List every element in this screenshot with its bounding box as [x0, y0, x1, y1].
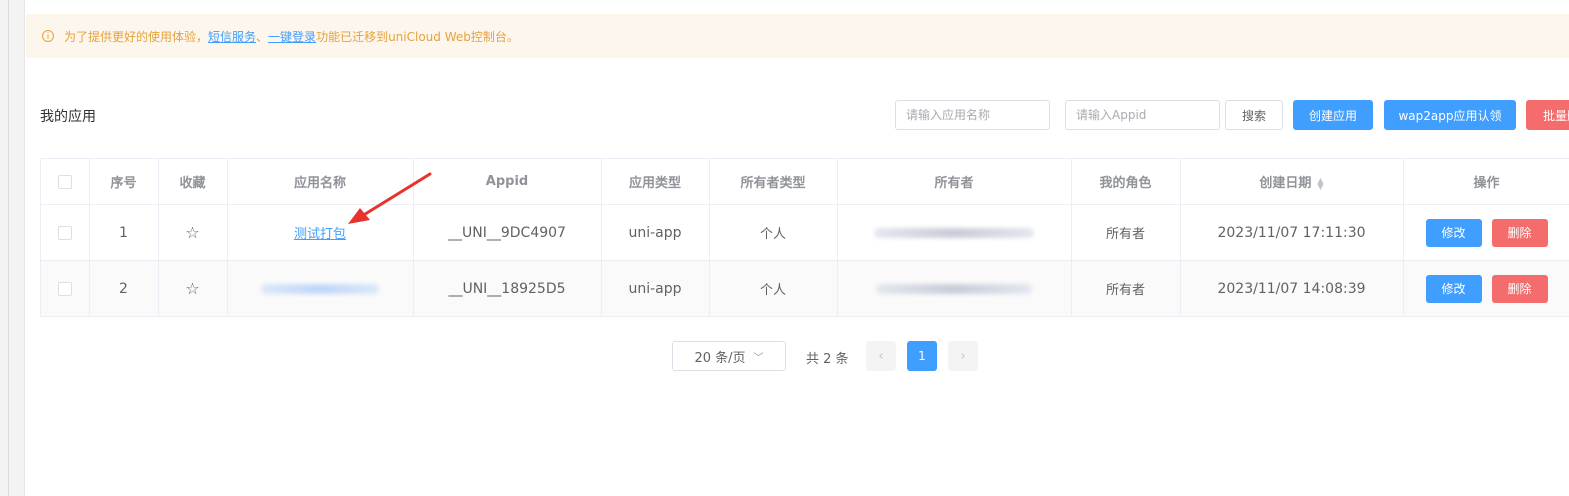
search-button[interactable]: 搜索 [1225, 100, 1283, 130]
left-rail [0, 0, 25, 496]
rail-divider [8, 0, 9, 496]
owner-type-cell: 个人 [709, 204, 838, 261]
header-index: 序号 [89, 159, 159, 205]
star-icon[interactable]: ☆ [185, 279, 199, 298]
delete-button[interactable]: 删除 [1491, 218, 1548, 247]
select-all-cell [41, 159, 90, 205]
row-select-cell [41, 260, 90, 317]
created-cell: 2023/11/07 14:08:39 [1180, 260, 1404, 317]
table-row: 2 ☆ __UNI__18925D5 uni-app 个人 所有者 2023/1… [41, 260, 1569, 317]
annotation-arrow-head [348, 208, 370, 224]
header-actions: 操作 [1403, 159, 1569, 205]
actions-cell: 修改 删除 [1403, 260, 1569, 317]
create-app-button[interactable]: 创建应用 [1293, 100, 1373, 130]
role-cell: 所有者 [1071, 260, 1181, 317]
row-index: 2 [89, 260, 159, 317]
app-name-link[interactable]: 测试打包 [294, 227, 346, 242]
owner-type-cell: 个人 [709, 260, 838, 317]
page-size-select[interactable]: 20 条/页 ﹀ [672, 341, 786, 371]
table-row: 1 ☆ 测试打包 __UNI__9DC4907 uni-app 个人 所有者 2… [41, 204, 1569, 261]
created-cell: 2023/11/07 17:11:30 [1180, 204, 1404, 261]
annotation-arrow [348, 172, 432, 224]
delete-button[interactable]: 删除 [1491, 274, 1548, 303]
sms-service-link[interactable]: 短信服务 [208, 28, 256, 45]
appid-cell: __UNI__9DC4907 [413, 204, 602, 261]
favorite-cell: ☆ [158, 260, 228, 317]
app-name-search-input[interactable] [895, 100, 1050, 130]
migration-notice: i 为了提供更好的使用体验， 短信服务 、 一键登录 功能已迁移到uniClou… [26, 14, 1569, 58]
one-click-login-link[interactable]: 一键登录 [268, 28, 316, 45]
next-page-button[interactable]: › [948, 341, 978, 371]
row-checkbox[interactable] [57, 281, 72, 296]
info-icon: i [42, 30, 54, 42]
toolbar: 我的应用 搜索 创建应用 wap2app应用认领 批量删除 [40, 100, 1569, 130]
notice-separator: 、 [256, 29, 269, 44]
notice-prefix: 为了提供更好的使用体验， [64, 29, 209, 44]
redacted-app-name[interactable] [261, 283, 379, 294]
notice-suffix: 功能已迁移到uniCloud Web控制台。 [316, 29, 519, 44]
actions-cell: 修改 删除 [1403, 204, 1569, 261]
appid-cell: __UNI__18925D5 [413, 260, 602, 317]
header-appid: Appid [413, 159, 602, 205]
row-select-cell [41, 204, 90, 261]
owner-cell [837, 204, 1072, 261]
redacted-owner [876, 283, 1032, 294]
header-owner: 所有者 [837, 159, 1072, 205]
page-size-value: 20 条/页 [694, 350, 746, 366]
app-type-cell: uni-app [601, 260, 710, 317]
page-1-button[interactable]: 1 [907, 341, 937, 371]
header-owner-type: 所有者类型 [709, 159, 838, 205]
apps-table: 序号 收藏 应用名称 Appid 应用类型 所有者类型 所有者 我的角色 创建日… [40, 158, 1569, 317]
batch-delete-button[interactable]: 批量删除 [1526, 100, 1569, 130]
chevron-right-icon: › [960, 348, 966, 364]
role-cell: 所有者 [1071, 204, 1181, 261]
app-type-cell: uni-app [601, 204, 710, 261]
edit-button[interactable]: 修改 [1425, 274, 1482, 303]
edit-button[interactable]: 修改 [1425, 218, 1482, 247]
owner-cell [837, 260, 1072, 317]
header-favorite: 收藏 [158, 159, 228, 205]
header-created[interactable]: 创建日期 ▲ ▼ [1180, 159, 1404, 205]
wap2app-claim-button[interactable]: wap2app应用认领 [1384, 100, 1516, 130]
favorite-cell: ☆ [158, 204, 228, 261]
row-checkbox[interactable] [57, 225, 72, 240]
star-icon[interactable]: ☆ [185, 223, 199, 242]
header-created-label: 创建日期 [1259, 176, 1312, 191]
annotation-arrow-shaft [360, 172, 432, 218]
chevron-down-icon: ﹀ [753, 352, 764, 364]
header-app-type: 应用类型 [601, 159, 710, 205]
row-index: 1 [89, 204, 159, 261]
page-title: 我的应用 [40, 109, 96, 125]
total-count: 共 2 条 [806, 352, 849, 367]
chevron-left-icon: ‹ [878, 348, 884, 364]
app-name-cell [227, 260, 414, 317]
sort-icon[interactable]: ▲ ▼ [1317, 176, 1323, 190]
select-all-checkbox[interactable] [57, 174, 72, 189]
prev-page-button[interactable]: ‹ [866, 341, 896, 371]
header-role: 我的角色 [1071, 159, 1181, 205]
redacted-owner [874, 227, 1034, 238]
appid-search-input[interactable] [1065, 100, 1220, 130]
table-header-row: 序号 收藏 应用名称 Appid 应用类型 所有者类型 所有者 我的角色 创建日… [41, 159, 1569, 205]
